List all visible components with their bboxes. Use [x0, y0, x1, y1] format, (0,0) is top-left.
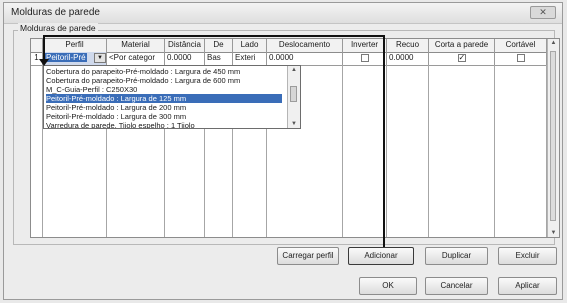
dropdown-item[interactable]: Cobertura do parapeito-Pré-moldado : Lar… [46, 76, 282, 85]
grid-scrollbar[interactable]: ▲ ▼ [547, 39, 559, 237]
lado-cell[interactable]: Exteri [233, 52, 267, 65]
header-recuo[interactable]: Recuo [387, 39, 429, 52]
de-cell[interactable]: Bas [205, 52, 233, 65]
adicionar-button[interactable]: Adicionar [348, 247, 414, 265]
group-label: Molduras de parede [18, 23, 98, 33]
scroll-down-icon[interactable]: ▼ [288, 121, 300, 127]
header-deslocamento[interactable]: Deslocamento [267, 39, 343, 52]
perfil-value: Peitoril-Pré [45, 53, 87, 62]
dropdown-scrollbar[interactable]: ▲ ▼ [287, 66, 300, 128]
dropdown-item[interactable]: Cobertura do parapeito-Pré-moldado : Lar… [46, 67, 282, 76]
header-row-number [31, 39, 43, 52]
annotation-line [43, 35, 385, 37]
header-lado[interactable]: Lado [233, 39, 267, 52]
scroll-down-icon[interactable]: ▼ [548, 230, 559, 236]
close-button[interactable]: ✕ [530, 6, 556, 19]
dropdown-item[interactable]: Peitoril-Pré-moldado : Largura de 300 mm [46, 112, 282, 121]
inverter-cell [343, 52, 387, 65]
grid-scroll-thumb[interactable] [550, 51, 556, 221]
cortavel-cell [495, 52, 547, 65]
deslocamento-cell[interactable]: 0.0000 [267, 52, 343, 65]
dialog-window: Molduras de parede ✕ Molduras de parede … [3, 2, 563, 300]
annotation-arrow-icon [39, 59, 49, 66]
dropdown-item-selected[interactable]: Peitoril-Pré-moldado : Largura de 125 mm [46, 94, 282, 103]
header-de[interactable]: De [205, 39, 233, 52]
dropdown-scroll-thumb[interactable] [290, 86, 297, 102]
table-row[interactable]: 1 Peitoril-Pré ▼ <Por categor 0.0000 Bas… [31, 52, 549, 66]
ok-button[interactable]: OK [359, 277, 417, 295]
distancia-cell[interactable]: 0.0000 [165, 52, 205, 65]
corta-parede-cell [429, 52, 495, 65]
header-material[interactable]: Material [107, 39, 165, 52]
inverter-checkbox[interactable] [360, 53, 369, 62]
scroll-up-icon[interactable]: ▲ [548, 40, 559, 46]
header-distancia[interactable]: Distância [165, 39, 205, 52]
aplicar-button[interactable]: Aplicar [498, 277, 557, 295]
cancelar-button[interactable]: Cancelar [425, 277, 488, 295]
perfil-dropdown-list: Cobertura do parapeito-Pré-moldado : Lar… [43, 65, 301, 129]
dropdown-item[interactable]: Peitoril-Pré-moldado : Largura de 200 mm [46, 103, 282, 112]
header-perfil[interactable]: Perfil [43, 39, 107, 52]
carregar-perfil-button[interactable]: Carregar perfil [277, 247, 339, 265]
chevron-down-icon[interactable]: ▼ [94, 53, 106, 63]
dropdown-item[interactable]: Varredura de parede, Tijolo espelho : 1 … [46, 121, 282, 128]
dialog-title: Molduras de parede [11, 7, 100, 18]
recuo-cell[interactable]: 0.0000 [387, 52, 429, 65]
material-cell[interactable]: <Por categor [107, 52, 165, 65]
header-inverter[interactable]: Inverter [343, 39, 387, 52]
header-cortavel[interactable]: Cortável [495, 39, 547, 52]
header-corta-parede[interactable]: Corta a parede [429, 39, 495, 52]
excluir-button[interactable]: Excluir [498, 247, 557, 265]
sweeps-grid: Perfil Material Distância De Lado Desloc… [30, 38, 560, 238]
title-bar: Molduras de parede ✕ [4, 3, 562, 24]
dropdown-item[interactable]: M_C-Guia-Perfil : C250X30 [46, 85, 282, 94]
grid-header: Perfil Material Distância De Lado Desloc… [31, 39, 549, 53]
annotation-line [383, 35, 385, 247]
cortavel-checkbox[interactable] [516, 53, 525, 62]
duplicar-button[interactable]: Duplicar [425, 247, 488, 265]
scroll-up-icon[interactable]: ▲ [288, 67, 300, 73]
corta-parede-checkbox[interactable] [457, 52, 466, 64]
perfil-combobox[interactable]: Peitoril-Pré ▼ [43, 52, 107, 65]
